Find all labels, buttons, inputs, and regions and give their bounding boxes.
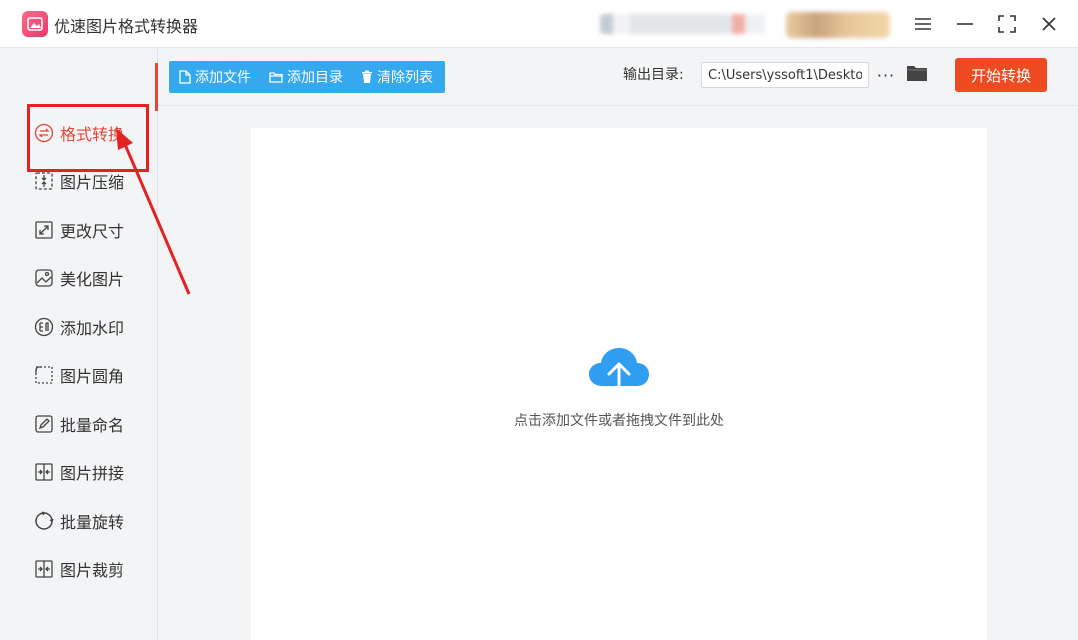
trash-icon [362, 70, 372, 83]
rename-icon [34, 414, 54, 434]
sidebar-item-watermark[interactable]: 添加水印 [34, 312, 124, 342]
drop-zone[interactable]: 点击添加文件或者拖拽文件到此处 [251, 128, 987, 640]
rotate-icon [34, 511, 54, 531]
add-file-button[interactable]: 添加文件 [169, 61, 259, 93]
sidebar-item-rotate[interactable]: 批量旋转 [34, 506, 124, 536]
sidebar-item-round-corner[interactable]: 图片圆角 [34, 360, 124, 390]
output-dir-label: 输出目录: [623, 67, 684, 83]
resize-icon [34, 220, 54, 240]
start-convert-button[interactable]: 开始转换 [955, 58, 1047, 92]
add-file-label: 添加文件 [195, 70, 251, 86]
sidebar-item-stitch[interactable]: 图片拼接 [34, 457, 124, 487]
round-corner-icon [34, 365, 54, 385]
sidebar-item-label: 图片圆角 [60, 367, 125, 386]
sidebar-item-label: 批量命名 [60, 416, 125, 435]
blurred-user-avatar[interactable] [786, 12, 890, 38]
add-folder-label: 添加目录 [287, 70, 343, 86]
toolbar: 添加文件 添加目录 清除列表 输出目录: ··· 开始转换 [158, 48, 1078, 106]
sidebar-item-label: 更改尺寸 [60, 222, 125, 241]
close-icon[interactable] [1035, 10, 1063, 38]
blurred-account-info [600, 14, 765, 34]
compress-icon [34, 171, 54, 191]
app-title: 优速图片格式转换器 [54, 17, 199, 36]
sidebar-item-label: 美化图片 [60, 270, 125, 289]
sidebar-item-rename[interactable]: 批量命名 [34, 409, 124, 439]
app-logo-icon [22, 11, 48, 37]
sidebar-item-crop[interactable]: 图片裁剪 [34, 554, 124, 584]
open-folder-icon[interactable] [906, 64, 930, 86]
annotation-highlight-box [27, 104, 149, 172]
clear-list-button[interactable]: 清除列表 [351, 61, 441, 93]
sidebar-item-label: 批量旋转 [60, 513, 125, 532]
title-bar: 优速图片格式转换器 [0, 0, 1078, 48]
watermark-icon [34, 317, 54, 337]
maximize-icon[interactable] [993, 10, 1021, 38]
sidebar-item-label: 添加水印 [60, 319, 125, 338]
add-folder-button[interactable]: 添加目录 [259, 61, 351, 93]
browse-more-button[interactable]: ··· [876, 62, 896, 88]
output-dir-input[interactable] [701, 62, 869, 88]
clear-list-label: 清除列表 [377, 70, 433, 86]
sidebar-item-label: 图片裁剪 [60, 561, 125, 580]
stitch-icon [34, 462, 54, 482]
sidebar-item-label: 图片压缩 [60, 173, 125, 192]
sidebar-item-beautify[interactable]: 美化图片 [34, 263, 124, 293]
folder-outline-icon [269, 72, 283, 83]
minimize-icon[interactable] [951, 10, 979, 38]
beautify-icon [34, 268, 54, 288]
drop-hint-text: 点击添加文件或者拖拽文件到此处 [514, 413, 724, 429]
sidebar-item-resize[interactable]: 更改尺寸 [34, 215, 124, 245]
crop-icon [34, 559, 54, 579]
menu-icon[interactable] [909, 10, 937, 38]
file-icon [179, 70, 191, 84]
sidebar-item-label: 图片拼接 [60, 464, 125, 483]
file-button-group: 添加文件 添加目录 清除列表 [169, 61, 445, 93]
cloud-upload-icon [589, 348, 649, 400]
